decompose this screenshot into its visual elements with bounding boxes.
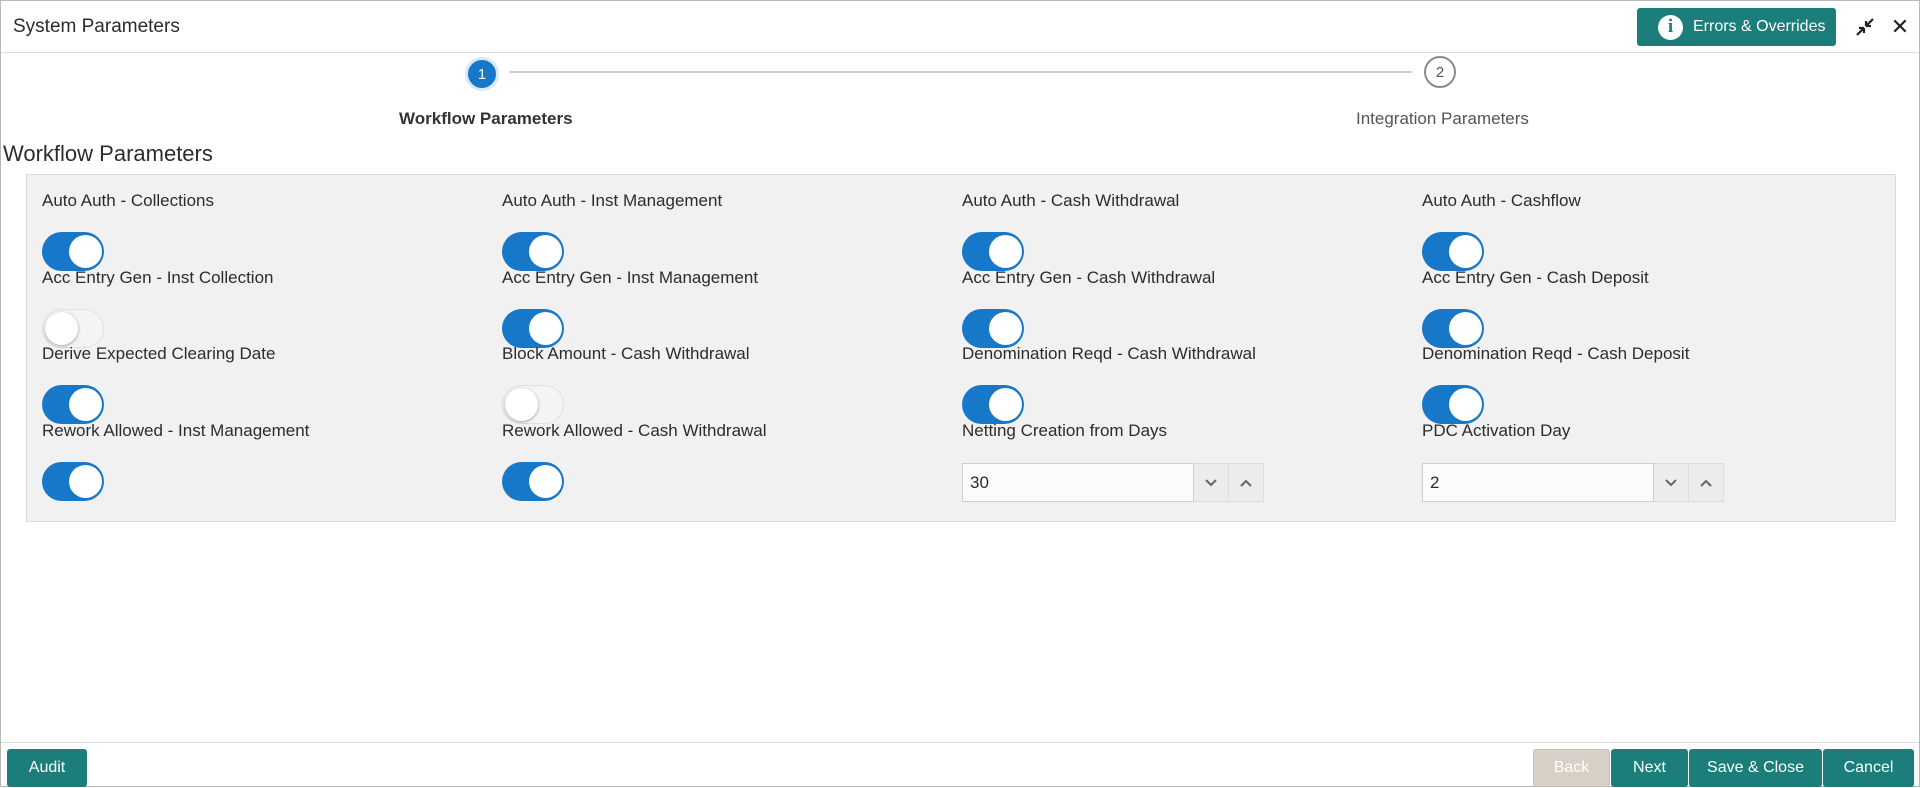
field-label: Acc Entry Gen - Cash Withdrawal xyxy=(962,268,1216,287)
toggle-knob xyxy=(529,312,562,345)
toggle-knob xyxy=(69,388,102,421)
audit-button[interactable]: Audit xyxy=(7,749,87,787)
toggle-switch[interactable] xyxy=(1422,309,1484,348)
field-acc-entry-gen-cash-deposit: Acc Entry Gen - Cash Deposit xyxy=(1422,268,1862,348)
chevron-down-icon xyxy=(1665,478,1677,486)
decrement-button[interactable] xyxy=(1654,463,1689,502)
toggle-switch[interactable] xyxy=(502,232,564,271)
toggle-switch[interactable] xyxy=(962,309,1024,348)
field-label: Block Amount - Cash Withdrawal xyxy=(502,344,750,363)
field-netting-creation-from-days: Netting Creation from Days xyxy=(962,421,1402,502)
info-icon: i xyxy=(1658,14,1683,40)
field-rework-allowed-cash-withdrawal: Rework Allowed - Cash Withdrawal xyxy=(502,421,942,501)
toggle-switch[interactable] xyxy=(962,232,1024,271)
save-close-button[interactable]: Save & Close xyxy=(1689,749,1822,787)
field-acc-entry-gen-cash-withdrawal: Acc Entry Gen - Cash Withdrawal xyxy=(962,268,1402,348)
field-block-amount-cash-withdrawal: Block Amount - Cash Withdrawal xyxy=(502,344,942,424)
step-1-circle[interactable]: 1 xyxy=(465,57,499,91)
toggle-switch[interactable] xyxy=(42,309,104,348)
pdc-activation-input[interactable] xyxy=(1422,463,1654,502)
toggle-knob xyxy=(529,465,562,498)
toggle-switch[interactable] xyxy=(1422,232,1484,271)
workflow-parameters-panel: Auto Auth - Collections Auto Auth - Inst… xyxy=(26,174,1896,522)
toggle-knob xyxy=(989,388,1022,421)
toggle-knob xyxy=(45,312,78,345)
field-auto-auth-collections: Auto Auth - Collections xyxy=(42,191,482,271)
field-pdc-activation-day: PDC Activation Day xyxy=(1422,421,1862,502)
toggle-switch[interactable] xyxy=(502,385,564,424)
field-label: Auto Auth - Cash Withdrawal xyxy=(962,191,1180,210)
errors-overrides-button[interactable]: i Errors & Overrides xyxy=(1637,8,1836,46)
toggle-knob xyxy=(1449,312,1482,345)
field-acc-entry-gen-inst-management: Acc Entry Gen - Inst Management xyxy=(502,268,942,348)
toggle-switch[interactable] xyxy=(42,462,104,501)
increment-button[interactable] xyxy=(1689,463,1724,502)
field-label: Netting Creation from Days xyxy=(962,421,1168,440)
back-button[interactable]: Back xyxy=(1533,749,1610,787)
toggle-switch[interactable] xyxy=(42,232,104,271)
field-auto-auth-cashflow: Auto Auth - Cashflow xyxy=(1422,191,1862,271)
increment-button[interactable] xyxy=(1229,463,1264,502)
errors-overrides-label: Errors & Overrides xyxy=(1693,18,1826,35)
field-label: Rework Allowed - Inst Management xyxy=(42,421,310,440)
field-label: Derive Expected Clearing Date xyxy=(42,344,276,363)
pdc-activation-stepper xyxy=(1422,463,1724,502)
field-label: Denomination Reqd - Cash Deposit xyxy=(1422,344,1690,363)
cancel-button[interactable]: Cancel xyxy=(1823,749,1914,787)
field-auto-auth-cash-withdrawal: Auto Auth - Cash Withdrawal xyxy=(962,191,1402,271)
field-label: Auto Auth - Inst Management xyxy=(502,191,723,210)
field-label: Auto Auth - Collections xyxy=(42,191,214,210)
toggle-knob xyxy=(989,312,1022,345)
field-denomination-reqd-cash-withdrawal: Denomination Reqd - Cash Withdrawal xyxy=(962,344,1402,424)
netting-days-input[interactable] xyxy=(962,463,1194,502)
toggle-knob xyxy=(69,465,102,498)
close-icon[interactable]: ✕ xyxy=(1888,14,1912,39)
toggle-knob xyxy=(989,235,1022,268)
system-parameters-window: System Parameters i Errors & Overrides ✕… xyxy=(0,0,1920,787)
window-header: System Parameters i Errors & Overrides ✕ xyxy=(1,1,1919,53)
toggle-knob xyxy=(529,235,562,268)
field-derive-expected-clearing-date: Derive Expected Clearing Date xyxy=(42,344,482,424)
field-label: Acc Entry Gen - Inst Management xyxy=(502,268,759,287)
toggle-switch[interactable] xyxy=(502,309,564,348)
step-2-circle[interactable]: 2 xyxy=(1424,56,1456,88)
toggle-knob xyxy=(69,235,102,268)
field-rework-allowed-inst-management: Rework Allowed - Inst Management xyxy=(42,421,482,501)
field-denomination-reqd-cash-deposit: Denomination Reqd - Cash Deposit xyxy=(1422,344,1862,424)
toggle-switch[interactable] xyxy=(502,462,564,501)
step-2-label[interactable]: Integration Parameters xyxy=(1356,109,1529,129)
field-label: Acc Entry Gen - Cash Deposit xyxy=(1422,268,1649,287)
field-label: PDC Activation Day xyxy=(1422,421,1571,440)
chevron-down-icon xyxy=(1205,478,1217,486)
toggle-switch[interactable] xyxy=(1422,385,1484,424)
toggle-knob xyxy=(1449,235,1482,268)
step-1-label[interactable]: Workflow Parameters xyxy=(399,109,573,129)
decrement-button[interactable] xyxy=(1194,463,1229,502)
field-label: Acc Entry Gen - Inst Collection xyxy=(42,268,274,287)
toggle-knob xyxy=(1449,388,1482,421)
minimize-icon[interactable] xyxy=(1853,15,1877,39)
chevron-up-icon xyxy=(1240,479,1252,487)
field-acc-entry-gen-inst-collection: Acc Entry Gen - Inst Collection xyxy=(42,268,482,348)
field-label: Denomination Reqd - Cash Withdrawal xyxy=(962,344,1256,363)
section-title: Workflow Parameters xyxy=(3,141,213,166)
next-button[interactable]: Next xyxy=(1611,749,1688,787)
window-title: System Parameters xyxy=(13,16,180,37)
field-label: Rework Allowed - Cash Withdrawal xyxy=(502,421,767,440)
toggle-knob xyxy=(505,388,538,421)
window-footer: Audit Back Next Save & Close Cancel xyxy=(1,742,1919,788)
stepper-line xyxy=(509,71,1412,73)
field-auto-auth-inst-management: Auto Auth - Inst Management xyxy=(502,191,942,271)
toggle-switch[interactable] xyxy=(962,385,1024,424)
chevron-up-icon xyxy=(1700,479,1712,487)
field-label: Auto Auth - Cashflow xyxy=(1422,191,1581,210)
toggle-switch[interactable] xyxy=(42,385,104,424)
netting-days-stepper xyxy=(962,463,1264,502)
